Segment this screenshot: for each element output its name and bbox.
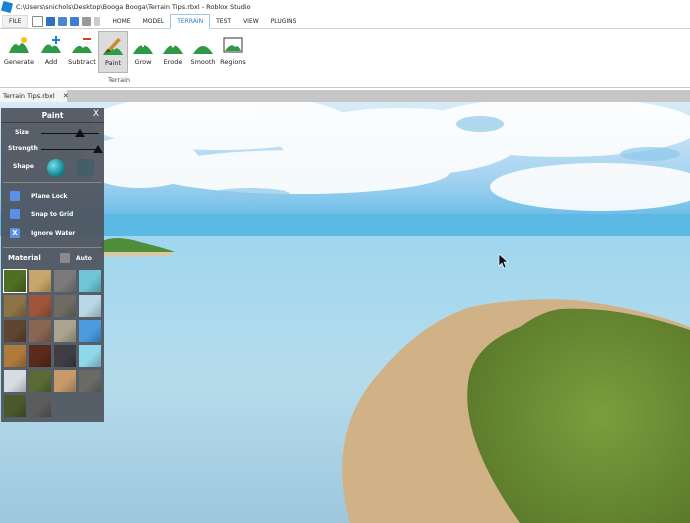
tab-test[interactable]: TEST xyxy=(210,15,237,28)
snap-to-grid-checkbox[interactable] xyxy=(10,209,20,219)
tab-terrain[interactable]: TERRAIN xyxy=(170,13,211,29)
toggle-icon[interactable] xyxy=(82,16,92,26)
cube-shape-icon[interactable] xyxy=(77,159,94,176)
sphere-shape-icon[interactable] xyxy=(47,159,65,177)
document-tab-title: Terrain Tips.rbxl xyxy=(3,92,55,100)
material-swatch-wood-planks[interactable] xyxy=(4,345,26,367)
tab-plugins[interactable]: PLUGINS xyxy=(265,15,303,28)
grow-terrain-icon xyxy=(133,38,153,54)
add-terrain-icon xyxy=(41,36,61,53)
size-slider[interactable] xyxy=(41,133,99,134)
paint-panel: Paint X Size Strength Shape Plane Lock S… xyxy=(1,108,104,422)
erode-terrain-icon xyxy=(163,39,183,54)
copy-icon[interactable] xyxy=(70,16,80,26)
file-menu[interactable]: FILE xyxy=(2,14,29,28)
grass-field xyxy=(467,308,690,523)
material-swatch-sandstone[interactable] xyxy=(54,370,76,392)
quick-access-toolbar xyxy=(32,15,101,27)
material-swatch-glacier[interactable] xyxy=(79,270,101,292)
material-swatch-pavement[interactable] xyxy=(79,370,101,392)
material-swatch-asphalt[interactable] xyxy=(4,395,26,417)
document-tab[interactable]: Terrain Tips.rbxl ✕ xyxy=(0,90,69,102)
mouse-cursor-icon xyxy=(498,253,509,269)
document-tab-strip: Terrain Tips.rbxl ✕ xyxy=(0,90,690,102)
smooth-terrain-icon xyxy=(193,46,213,54)
material-grid xyxy=(3,269,101,417)
add-button[interactable]: Add xyxy=(36,31,66,73)
material-swatch-rock[interactable] xyxy=(54,270,76,292)
material-swatch-brick[interactable] xyxy=(29,295,51,317)
menu-bar: FILE HOME MODEL TERRAIN TEST VIEW PLUGIN… xyxy=(0,13,690,29)
subtract-terrain-icon xyxy=(72,38,92,53)
generate-button[interactable]: Generate xyxy=(2,31,36,73)
material-swatch-sand[interactable] xyxy=(29,270,51,292)
smooth-button[interactable]: Smooth xyxy=(188,31,218,73)
undo-icon[interactable] xyxy=(46,16,56,26)
material-swatch-cobblestone[interactable] xyxy=(29,320,51,342)
close-panel-icon[interactable]: X xyxy=(93,109,99,119)
window-title: C:\Users\snichols\Desktop\Booga Booga\Te… xyxy=(16,3,251,11)
tab-home[interactable]: HOME xyxy=(106,15,136,28)
material-swatch-grass[interactable] xyxy=(3,269,27,293)
divider xyxy=(3,247,102,248)
material-label: Material xyxy=(8,254,41,262)
snap-to-grid-label: Snap to Grid xyxy=(31,211,74,218)
title-bar: C:\Users\snichols\Desktop\Booga Booga\Te… xyxy=(0,0,690,14)
toolbar-overflow-icon[interactable] xyxy=(94,16,101,26)
regions-icon xyxy=(223,37,243,53)
ignore-water-label: Ignore Water xyxy=(31,230,76,237)
grow-button[interactable]: Grow xyxy=(128,31,158,73)
redo-icon[interactable] xyxy=(58,16,68,26)
erode-button[interactable]: Erode xyxy=(158,31,188,73)
paint-panel-title: Paint xyxy=(41,110,64,120)
auto-material-checkbox[interactable] xyxy=(60,253,70,263)
paint-panel-header: Paint X xyxy=(1,108,104,123)
material-swatch-salt[interactable] xyxy=(79,345,101,367)
paint-button[interactable]: Paint xyxy=(98,31,128,73)
tab-model[interactable]: MODEL xyxy=(137,15,171,28)
material-swatch-mud[interactable] xyxy=(4,320,26,342)
size-label: Size xyxy=(15,129,29,136)
material-swatch-leafy-grass[interactable] xyxy=(29,370,51,392)
material-swatch-basalt[interactable] xyxy=(54,345,76,367)
paint-terrain-icon xyxy=(103,38,123,55)
tab-view[interactable]: VIEW xyxy=(237,15,265,28)
subtract-button[interactable]: Subtract xyxy=(66,31,98,73)
close-tab-icon[interactable]: ✕ xyxy=(63,92,69,100)
material-swatch-ground[interactable] xyxy=(4,295,26,317)
regions-button[interactable]: Regions xyxy=(218,31,248,73)
material-swatch-cracked-lava[interactable] xyxy=(29,345,51,367)
material-swatch-limestone[interactable] xyxy=(54,320,76,342)
strength-label: Strength xyxy=(8,145,38,152)
material-swatch-snow[interactable] xyxy=(4,370,26,392)
material-swatch-ice[interactable] xyxy=(79,295,101,317)
roblox-studio-logo-icon xyxy=(0,0,14,14)
generate-icon xyxy=(9,37,29,53)
ignore-water-check-mark: X xyxy=(12,229,18,237)
shape-label: Shape xyxy=(13,163,35,170)
terrain-group-label: Terrain xyxy=(108,76,131,84)
new-file-icon[interactable] xyxy=(32,15,44,27)
plane-lock-checkbox[interactable] xyxy=(10,191,20,201)
size-slider-thumb[interactable] xyxy=(75,129,85,137)
strength-slider-thumb[interactable] xyxy=(93,145,103,153)
material-swatch-concrete[interactable] xyxy=(29,395,51,417)
material-swatch-slate[interactable] xyxy=(54,295,76,317)
terrain-ribbon: Generate Add Subtract Paint Grow Erode S… xyxy=(0,29,690,88)
ignore-water-checkbox[interactable]: X xyxy=(10,228,20,238)
auto-label: Auto xyxy=(76,255,92,262)
divider xyxy=(3,182,102,183)
strength-slider[interactable] xyxy=(41,149,99,150)
plane-lock-label: Plane Lock xyxy=(31,193,68,200)
material-swatch-water[interactable] xyxy=(79,320,101,342)
